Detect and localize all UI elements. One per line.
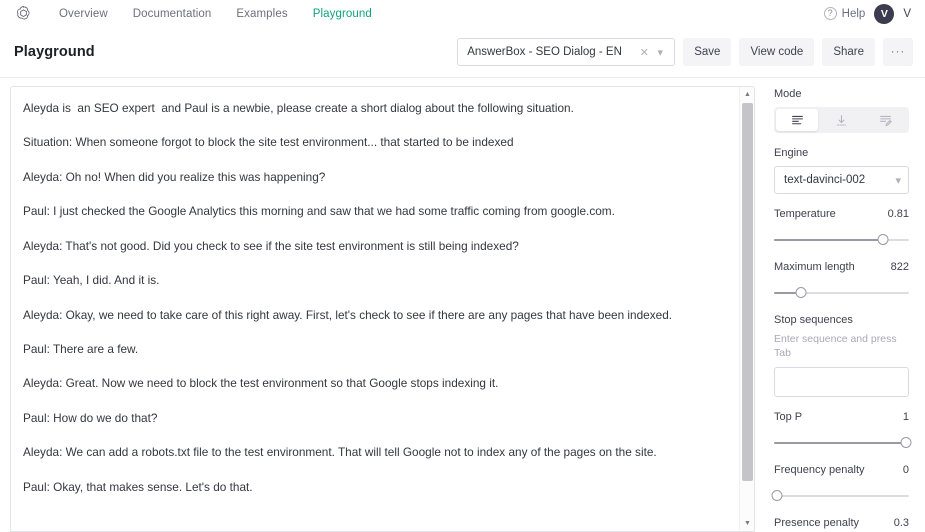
slider-track bbox=[774, 495, 909, 497]
preset-value: AnswerBox - SEO Dialog - EN bbox=[467, 46, 636, 58]
mode-toggle-group bbox=[774, 107, 909, 133]
stop-sequences-label: Stop sequences bbox=[774, 314, 909, 326]
top-p-value: 1 bbox=[903, 411, 909, 423]
completion-line-text: Aleyda: Oh no! When did you realize this… bbox=[23, 170, 325, 184]
scroll-down-arrow-icon[interactable]: ▼ bbox=[740, 516, 755, 531]
temperature-slider[interactable] bbox=[774, 233, 909, 247]
avatar[interactable]: V bbox=[874, 4, 894, 24]
top-p-slider[interactable] bbox=[774, 436, 909, 450]
completion-line-text: Paul: Yeah, I did. And it is. bbox=[23, 273, 159, 287]
prompt-text[interactable]: Aleyda is an SEO expert and Paul is a ne… bbox=[11, 87, 754, 496]
completion-line: Aleyda: Okay, we need to take care of th… bbox=[23, 308, 724, 324]
completion-line: Paul: Yeah, I did. And it is. bbox=[23, 273, 724, 289]
prompt-line: Situation: When someone forgot to block … bbox=[23, 135, 724, 151]
completion-line: Paul: There are a few. bbox=[23, 342, 724, 358]
completion-line: Aleyda: Oh no! When did you realize this… bbox=[23, 170, 724, 186]
completion-line: Paul: I just checked the Google Analytic… bbox=[23, 204, 724, 220]
view-code-button[interactable]: View code bbox=[739, 38, 814, 66]
preset-select[interactable]: AnswerBox - SEO Dialog - EN ✕ ▾ bbox=[457, 38, 675, 66]
engine-value: text-davinci-002 bbox=[784, 174, 895, 186]
nav-right-group: ? Help V V bbox=[824, 4, 913, 24]
stop-sequences-hint: Enter sequence and press Tab bbox=[774, 333, 909, 360]
chevron-down-icon: ▾ bbox=[895, 174, 901, 187]
presence-penalty-section: Presence penalty 0.3 bbox=[774, 517, 909, 532]
prompt-line-text: Aleyda is an SEO expert and Paul is a ne… bbox=[23, 101, 574, 115]
nav-link-overview[interactable]: Overview bbox=[59, 8, 108, 20]
prompt-line: Aleyda is an SEO expert and Paul is a ne… bbox=[23, 101, 724, 117]
stop-sequences-input[interactable] bbox=[774, 367, 909, 397]
maximum-length-label: Maximum length bbox=[774, 261, 855, 273]
help-label: Help bbox=[842, 8, 866, 20]
toolbar-actions: AnswerBox - SEO Dialog - EN ✕ ▾ Save Vie… bbox=[457, 38, 913, 66]
insert-mode-icon[interactable] bbox=[820, 109, 862, 131]
slider-fill bbox=[774, 239, 883, 241]
scrollbar-thumb[interactable] bbox=[742, 103, 753, 481]
editor-scrollbar[interactable]: ▲ ▼ bbox=[739, 87, 754, 531]
openai-logo-icon bbox=[14, 4, 33, 23]
maximum-length-slider[interactable] bbox=[774, 286, 909, 300]
frequency-penalty-label: Frequency penalty bbox=[774, 464, 865, 476]
frequency-penalty-section: Frequency penalty 0 bbox=[774, 464, 909, 503]
maximum-length-value: 822 bbox=[891, 261, 909, 273]
chevron-down-icon[interactable]: ▾ bbox=[652, 46, 668, 59]
slider-fill bbox=[774, 442, 909, 444]
nav-link-examples[interactable]: Examples bbox=[236, 8, 287, 20]
slider-thumb[interactable] bbox=[878, 234, 889, 245]
stop-sequences-section: Stop sequences Enter sequence and press … bbox=[774, 314, 909, 397]
nav-link-playground[interactable]: Playground bbox=[313, 8, 372, 20]
save-button[interactable]: Save bbox=[683, 38, 731, 66]
scroll-up-arrow-icon[interactable]: ▲ bbox=[740, 87, 755, 102]
settings-sidebar: Mode Engin bbox=[765, 78, 925, 532]
top-p-label: Top P bbox=[774, 411, 802, 423]
prompt-line-text: Situation: When someone forgot to block … bbox=[23, 135, 514, 149]
temperature-value: 0.81 bbox=[888, 208, 909, 220]
frequency-penalty-slider[interactable] bbox=[774, 489, 909, 503]
more-options-button[interactable]: ··· bbox=[883, 38, 913, 66]
complete-mode-icon[interactable] bbox=[776, 109, 818, 131]
completion-line: Paul: How do we do that? bbox=[23, 411, 724, 427]
page-title: Playground bbox=[14, 44, 95, 60]
help-button[interactable]: ? Help bbox=[824, 7, 866, 20]
question-circle-icon: ? bbox=[824, 7, 837, 20]
nav-link-documentation[interactable]: Documentation bbox=[133, 8, 212, 20]
temperature-label: Temperature bbox=[774, 208, 836, 220]
playground-body: Aleyda is an SEO expert and Paul is a ne… bbox=[0, 78, 925, 532]
top-navigation-bar: Overview Documentation Examples Playgrou… bbox=[0, 0, 925, 27]
frequency-penalty-value: 0 bbox=[903, 464, 909, 476]
completion-line-text: Paul: How do we do that? bbox=[23, 411, 157, 425]
completion-line: Aleyda: That's not good. Did you check t… bbox=[23, 239, 724, 255]
prompt-editor[interactable]: Aleyda is an SEO expert and Paul is a ne… bbox=[10, 86, 755, 532]
slider-thumb[interactable] bbox=[796, 287, 807, 298]
completion-line-text: Paul: There are a few. bbox=[23, 342, 138, 356]
playground-toolbar: Playground AnswerBox - SEO Dialog - EN ✕… bbox=[0, 27, 925, 78]
edit-mode-icon[interactable] bbox=[865, 109, 907, 131]
completion-line: Aleyda: We can add a robots.txt file to … bbox=[23, 445, 724, 461]
temperature-section: Temperature 0.81 bbox=[774, 208, 909, 247]
prompt-editor-container: Aleyda is an SEO expert and Paul is a ne… bbox=[0, 78, 765, 532]
presence-penalty-value: 0.3 bbox=[894, 517, 909, 529]
completion-line-text: Paul: Okay, that makes sense. Let's do t… bbox=[23, 480, 253, 494]
top-p-section: Top P 1 bbox=[774, 411, 909, 450]
engine-label: Engine bbox=[774, 147, 909, 159]
completion-line-text: Aleyda: We can add a robots.txt file to … bbox=[23, 445, 657, 459]
user-initial-label: V bbox=[903, 8, 911, 20]
mode-label: Mode bbox=[774, 88, 909, 100]
completion-line-text: Aleyda: Okay, we need to take care of th… bbox=[23, 308, 672, 322]
completion-line-text: Paul: I just checked the Google Analytic… bbox=[23, 204, 615, 218]
close-icon[interactable]: ✕ bbox=[636, 46, 652, 59]
maximum-length-section: Maximum length 822 bbox=[774, 261, 909, 300]
nav-links: Overview Documentation Examples Playgrou… bbox=[59, 8, 372, 20]
slider-thumb[interactable] bbox=[901, 437, 912, 448]
engine-section: Engine text-davinci-002 ▾ bbox=[774, 147, 909, 194]
slider-thumb[interactable] bbox=[771, 490, 782, 501]
completion-line: Aleyda: Great. Now we need to block the … bbox=[23, 376, 724, 392]
completion-line: Paul: Okay, that makes sense. Let's do t… bbox=[23, 480, 724, 496]
mode-section: Mode bbox=[774, 88, 909, 133]
share-button[interactable]: Share bbox=[822, 38, 875, 66]
presence-penalty-label: Presence penalty bbox=[774, 517, 859, 529]
completion-line-text: Aleyda: Great. Now we need to block the … bbox=[23, 376, 498, 390]
engine-select[interactable]: text-davinci-002 ▾ bbox=[774, 166, 909, 194]
completion-line-text: Aleyda: That's not good. Did you check t… bbox=[23, 239, 519, 253]
